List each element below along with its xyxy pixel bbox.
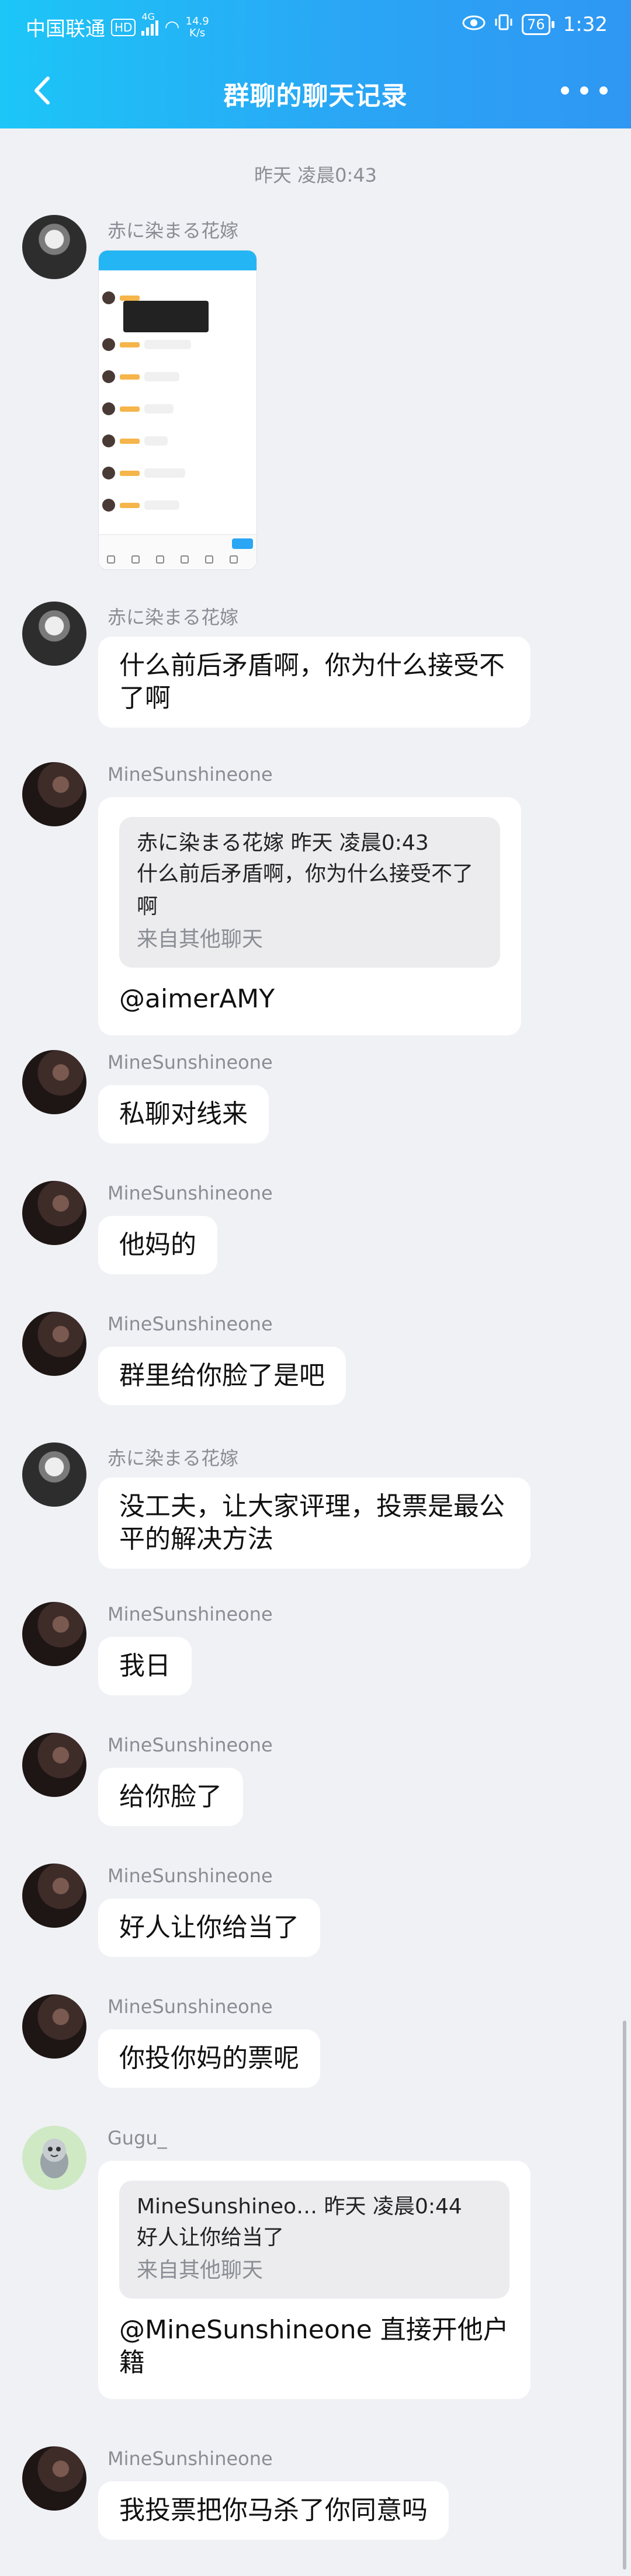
avatar[interactable] [22, 2126, 86, 2190]
vibrate-icon [494, 13, 514, 36]
sender-name: 赤に染まる花嫁 [108, 220, 239, 242]
message-bubble[interactable]: 好人让你给当了 [98, 1899, 320, 1957]
sender-name: MineSunshineone [108, 1996, 273, 2018]
wifi-icon: ◠ [164, 17, 180, 37]
avatar[interactable] [22, 1442, 86, 1507]
battery-icon: 76 [522, 14, 554, 35]
top-bar: 中国联通 HD 4G ◠ 14.9 K/s 76 1:32 群聊的聊天记录 [0, 0, 631, 128]
quote-header: MineSunshineo… 昨天 凌晨0:44 [137, 2195, 462, 2219]
avatar[interactable] [22, 602, 86, 666]
sender-name: 赤に染まる花嫁 [108, 1447, 239, 1469]
clock: 1:32 [563, 13, 608, 36]
nav-bar: 群聊的聊天记录 [0, 53, 631, 128]
sender-name: MineSunshineone [108, 1865, 273, 1887]
message-bubble[interactable]: 他妈的 [98, 1216, 217, 1274]
sender-name: MineSunshineone [108, 2448, 273, 2470]
more-dot-icon [561, 86, 569, 95]
screenshot-header [99, 251, 256, 270]
more-button[interactable] [561, 76, 608, 105]
screenshot-dark-block [123, 301, 209, 332]
net-speed-unit: K/s [189, 26, 206, 39]
net-gen-label: 4G [141, 11, 155, 22]
avatar[interactable] [22, 762, 86, 826]
message-bubble[interactable]: 给你脸了 [98, 1768, 243, 1826]
message-bubble[interactable]: 私聊对线来 [98, 1085, 269, 1143]
net-speed-value: 14.9 [185, 15, 209, 27]
screenshot-image[interactable] [98, 250, 257, 570]
scrollbar[interactable] [623, 2021, 626, 2570]
quote-text: 什么前后矛盾啊，你为什么接受不了啊 [137, 862, 474, 919]
message-bubble[interactable]: 群里给你脸了是吧 [98, 1347, 346, 1405]
quoted-message[interactable]: MineSunshineo… 昨天 凌晨0:44 好人让你给当了 来自其他聊天 [119, 2181, 509, 2299]
avatar-image [22, 2126, 86, 2190]
avatar[interactable] [22, 1312, 86, 1376]
signal-icon: 4G [141, 11, 159, 36]
avatar[interactable] [22, 1050, 86, 1114]
message-bubble[interactable]: 赤に染まる花嫁 昨天 凌晨0:43 什么前后矛盾啊，你为什么接受不了啊 来自其他… [98, 797, 521, 1035]
quote-header: 赤に染まる花嫁 昨天 凌晨0:43 [137, 831, 429, 855]
quoted-message[interactable]: 赤に染まる花嫁 昨天 凌晨0:43 什么前后矛盾啊，你为什么接受不了啊 来自其他… [119, 817, 500, 968]
quote-source: 来自其他聊天 [137, 2258, 264, 2282]
sender-name: MineSunshineone [108, 1603, 273, 1625]
avatar[interactable] [22, 215, 86, 279]
avatar[interactable] [22, 1733, 86, 1797]
avatar[interactable] [22, 1994, 86, 2059]
more-dot-icon [599, 86, 608, 95]
more-dot-icon [580, 86, 588, 95]
time-separator: 昨天 凌晨0:43 [254, 164, 377, 186]
avatar[interactable] [22, 1864, 86, 1928]
message-text: @aimerAMY [119, 984, 275, 1014]
eye-icon [462, 13, 486, 36]
screenshot-input-bar [99, 534, 256, 569]
message-bubble[interactable]: MineSunshineo… 昨天 凌晨0:44 好人让你给当了 来自其他聊天 … [98, 2161, 531, 2399]
page-title: 群聊的聊天记录 [223, 81, 408, 111]
message-bubble[interactable]: 什么前后矛盾啊，你为什么接受不了啊 [98, 637, 531, 728]
sender-name: MineSunshineone [108, 1182, 273, 1204]
message-bubble[interactable]: 我日 [98, 1637, 192, 1695]
message-bubble[interactable]: 没工夫，让大家评理，投票是最公平的解决方法 [98, 1478, 531, 1569]
message-bubble[interactable]: 你投你妈的票呢 [98, 2029, 320, 2088]
avatar[interactable] [22, 1181, 86, 1245]
hd-badge: HD [111, 18, 136, 36]
avatar[interactable] [22, 1602, 86, 1666]
sender-name: MineSunshineone [108, 1051, 273, 1073]
avatar[interactable] [22, 2446, 86, 2511]
sender-name: MineSunshineone [108, 1734, 273, 1756]
quote-text: 好人让你给当了 [137, 2226, 285, 2250]
status-bar: 中国联通 HD 4G ◠ 14.9 K/s 76 1:32 [0, 0, 631, 53]
sender-name: MineSunshineone [108, 763, 273, 785]
carrier-label: 中国联通 [26, 18, 105, 41]
net-speed: 14.9 K/s [185, 15, 209, 39]
quote-source: 来自其他聊天 [137, 927, 264, 951]
sender-name: MineSunshineone [108, 1313, 273, 1335]
sender-name: Gugu_ [108, 2127, 167, 2149]
sender-name: 赤に染まる花嫁 [108, 606, 239, 628]
message-bubble[interactable]: 我投票把你马杀了你同意吗 [98, 2481, 449, 2540]
message-text: @MineSunshineone 直接开他户籍 [119, 2315, 509, 2377]
